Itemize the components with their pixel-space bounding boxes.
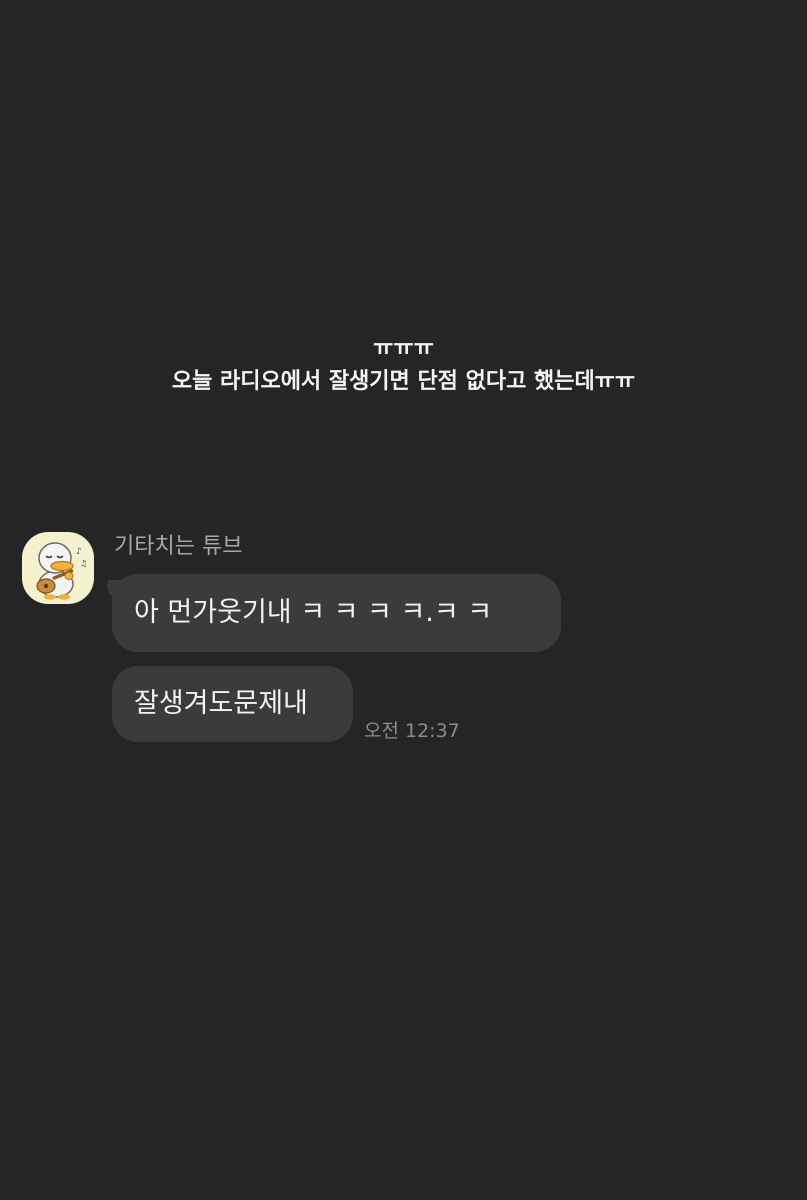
message-text: 잘생겨도문제내	[134, 688, 308, 719]
duck-with-guitar-avatar-icon: ♪ ♫	[36, 542, 87, 600]
notice-line-1: ㅠㅠㅠ	[373, 336, 434, 361]
profile-avatar[interactable]: ♪ ♫	[22, 532, 94, 604]
svg-text:♪: ♪	[76, 547, 82, 557]
message-bubble[interactable]: 잘생겨도문제내	[112, 666, 353, 742]
sender-name: 기타치는 튜브	[114, 534, 243, 559]
notice-line-2: 오늘 라디오에서 잘생기면 단점 없다고 했는데ㅠㅠ	[171, 369, 636, 394]
message-text: 아 먼가웃기내 ㅋ ㅋ ㅋ ㅋ.ㅋ ㅋ	[134, 597, 493, 628]
message-timestamp: 오전 12:37	[364, 720, 460, 742]
svg-text:♫: ♫	[80, 559, 87, 568]
message-bubble[interactable]: 아 먼가웃기내 ㅋ ㅋ ㅋ ㅋ.ㅋ ㅋ	[112, 574, 561, 652]
notice-message: ㅠㅠㅠ 오늘 라디오에서 잘생기면 단점 없다고 했는데ㅠㅠ	[0, 332, 807, 398]
